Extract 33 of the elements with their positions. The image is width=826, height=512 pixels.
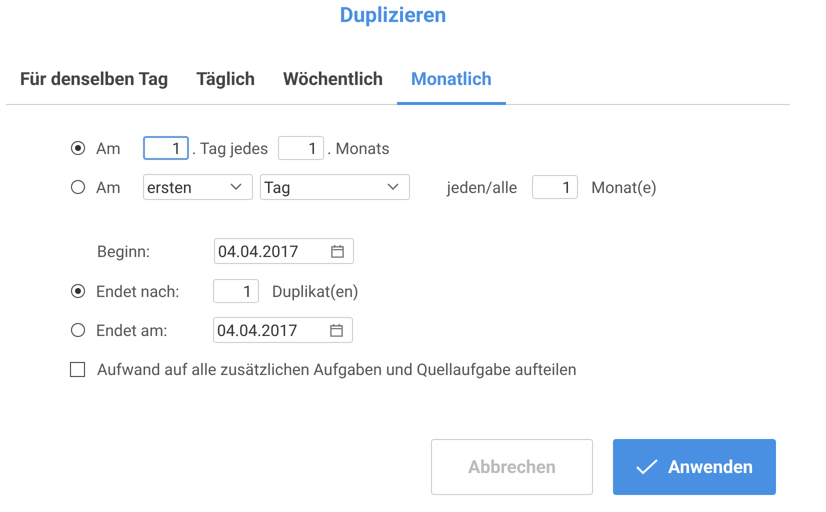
field-label: Beginn: <box>97 242 151 260</box>
field-label: jeden/alle <box>447 178 518 196</box>
checkmark-icon <box>636 459 658 475</box>
tab[interactable]: Für denselben Tag <box>6 56 182 105</box>
checkbox-label: Aufwand auf alle zusätzlichen Aufgaben und Quellaufgabe aufteilen <box>97 360 577 378</box>
field-label: . Tag jedes <box>192 138 268 158</box>
field-label: Monat(e) <box>591 178 657 196</box>
tab[interactable]: Täglich <box>182 56 269 105</box>
month-input[interactable]: 1 <box>532 175 578 199</box>
radio-button[interactable] <box>71 284 85 298</box>
checkbox[interactable] <box>70 362 85 376</box>
count-input[interactable]: 1 <box>213 279 259 303</box>
chevron-down-icon <box>230 183 242 191</box>
calendar-icon <box>329 322 344 338</box>
day-input[interactable]: 1 <box>143 136 189 160</box>
field-label: . Monats <box>327 138 390 158</box>
option-label: Endet am: <box>96 320 168 340</box>
option-label: Endet nach: <box>96 282 180 300</box>
radio-button[interactable] <box>71 323 85 337</box>
tab[interactable]: Wöchentlich <box>268 56 397 105</box>
radio-button[interactable] <box>71 141 85 155</box>
date-field[interactable]: 04.04.2017 <box>214 238 354 264</box>
chevron-down-icon <box>387 183 399 191</box>
dialog-title: Duplizieren <box>338 3 448 30</box>
month-input[interactable]: 1 <box>278 136 324 160</box>
date-field[interactable]: 04.04.2017 <box>213 317 353 343</box>
radio-button[interactable] <box>71 180 85 194</box>
option-label: Am <box>96 178 122 196</box>
unit-dropdown[interactable]: Tag <box>260 174 410 200</box>
ordinal-dropdown[interactable]: ersten <box>143 174 253 200</box>
field-label: Duplikat(en) <box>272 282 358 300</box>
option-label: Am <box>96 138 122 158</box>
calendar-icon <box>330 244 345 258</box>
